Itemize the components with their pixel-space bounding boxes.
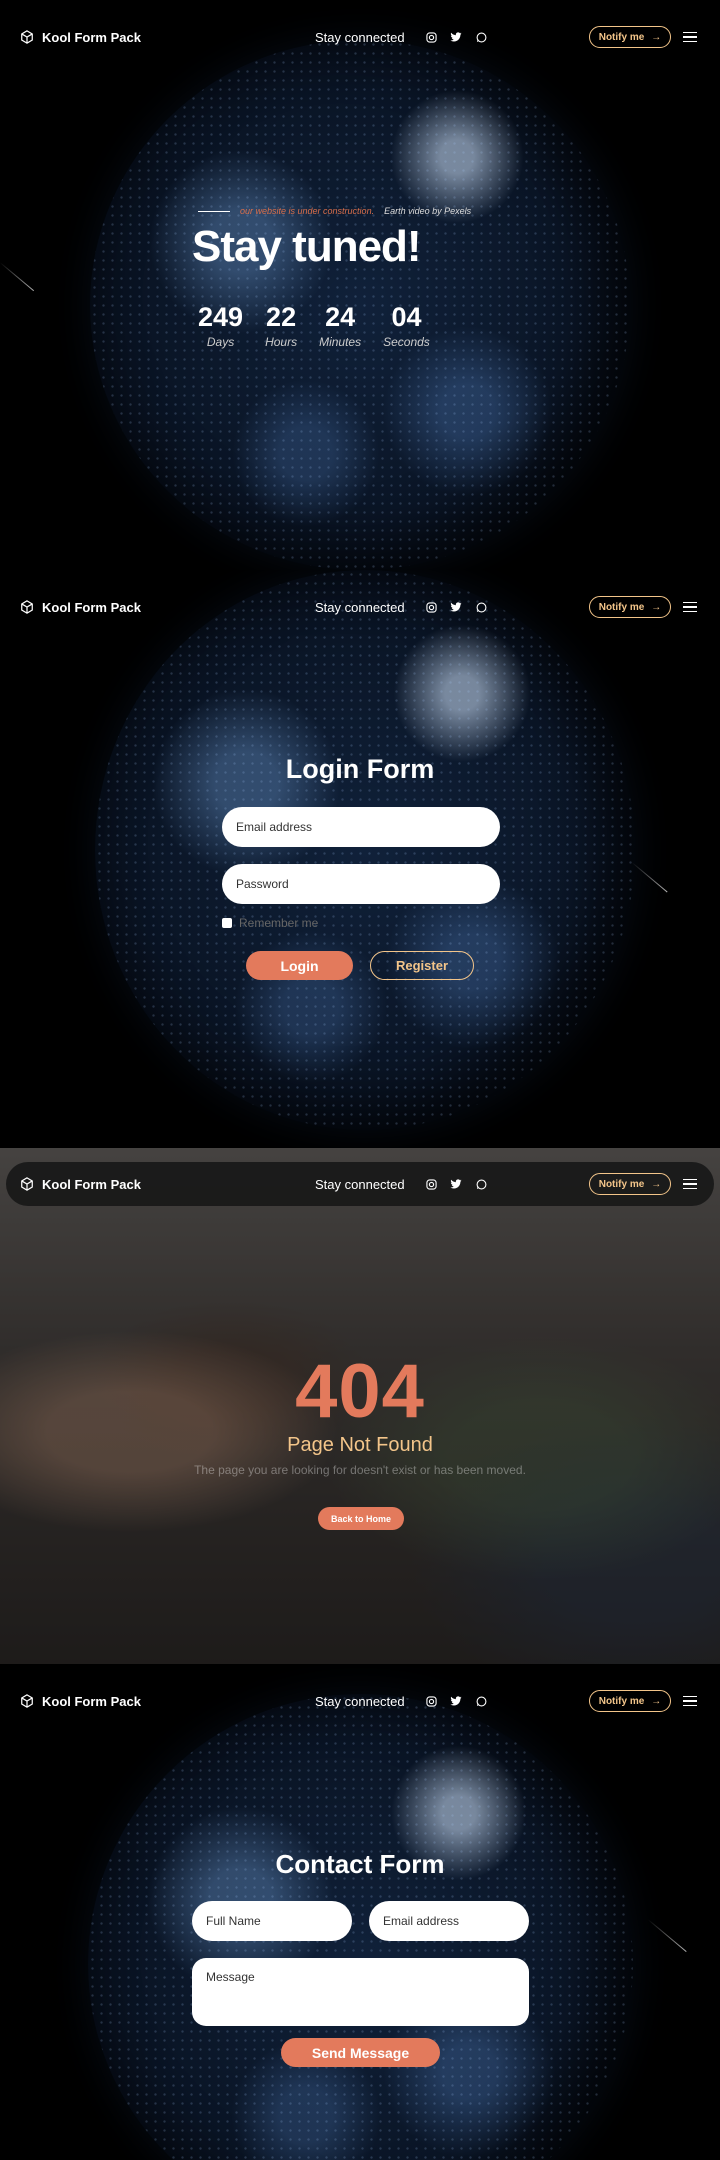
notify-me-button[interactable]: Notify me → [589,1690,671,1712]
countdown-minutes: 24 Minutes [319,302,361,349]
whatsapp-icon[interactable] [474,600,488,614]
countdown-value: 22 [266,302,297,332]
hamburger-menu-icon[interactable] [683,1178,697,1190]
stay-connected-label: Stay connected [315,599,405,615]
social-links [424,1177,488,1191]
hamburger-menu-icon[interactable] [683,1695,697,1707]
social-links [424,1694,488,1708]
instagram-icon[interactable] [424,600,438,614]
twitter-icon[interactable] [449,600,463,614]
notify-me-label: Notify me [598,31,645,43]
countdown-value: 24 [325,302,356,332]
notify-me-label: Notify me [598,1695,645,1707]
brand[interactable]: Kool Form Pack [20,1694,141,1709]
cube-icon [21,1177,33,1191]
stay-connected-label: Stay connected [315,1693,405,1709]
contact-form-title: Contact Form [275,1849,445,1879]
countdown: 249 Days 22 Hours 24 Minutes 04 Seconds [198,302,430,349]
navbar: Kool Form Pack Stay connected Notify me … [6,1162,714,1206]
login-form-title: Login Form [285,754,435,784]
social-links [424,600,488,614]
twitter-icon[interactable] [449,30,463,44]
whatsapp-icon[interactable] [474,1177,488,1191]
instagram-icon[interactable] [424,30,438,44]
light-streak [647,1919,687,1953]
countdown-label: Minutes [319,335,362,349]
countdown-label: Seconds [383,335,430,349]
brand[interactable]: Kool Form Pack [20,30,141,45]
full-name-field[interactable]: Full Name [192,1901,352,1941]
whatsapp-icon[interactable] [474,30,488,44]
light-streak [631,862,668,893]
navbar: Kool Form Pack Stay connected Notify me … [0,570,720,644]
earth-globe-background [88,1694,633,2160]
contact-section: Kool Form Pack Stay connected Notify me … [0,1664,720,2160]
instagram-icon[interactable] [424,1177,438,1191]
brand-name: Kool Form Pack [42,1693,141,1709]
stay-connected-label: Stay connected [315,29,405,45]
hamburger-menu-icon[interactable] [683,601,697,613]
countdown-value: 249 [198,302,244,332]
password-field[interactable]: Password [222,864,500,904]
login-button[interactable]: Login [246,951,353,980]
twitter-icon[interactable] [449,1694,463,1708]
whatsapp-icon[interactable] [474,1694,488,1708]
tagline-credit: Earth video by Pexels [384,206,472,216]
countdown-label: Days [206,335,235,349]
navbar: Kool Form Pack Stay connected Notify me … [0,0,720,74]
email-field[interactable]: Email address [222,807,500,847]
brand[interactable]: Kool Form Pack [20,600,141,615]
light-streak [0,262,35,292]
error-title: Page Not Found [287,1434,433,1456]
countdown-seconds: 04 Seconds [383,302,430,349]
tagline-construction: our website is under construction. [240,206,375,216]
notify-me-button[interactable]: Notify me → [589,596,671,618]
countdown-label: Hours [265,335,298,349]
register-button[interactable]: Register [370,951,474,980]
cube-icon [21,1694,33,1708]
arrow-right-icon: → [651,1695,662,1707]
error-code: 404 [295,1349,425,1434]
error-description: The page you are looking for doesn't exi… [194,1463,526,1477]
countdown-value: 04 [391,302,422,332]
tagline-divider [198,210,230,212]
email-field[interactable]: Email address [369,1901,529,1941]
notify-me-label: Notify me [598,1178,645,1190]
brand-name: Kool Form Pack [42,599,141,615]
arrow-right-icon: → [651,1178,662,1190]
notify-me-button[interactable]: Notify me → [589,26,671,48]
hamburger-menu-icon[interactable] [683,31,697,43]
back-to-home-button[interactable]: Back to Home [318,1507,404,1530]
instagram-icon[interactable] [424,1694,438,1708]
stay-connected-label: Stay connected [315,1176,405,1192]
remember-me-checkbox[interactable] [222,918,232,928]
brand-name: Kool Form Pack [42,29,141,45]
navbar: Kool Form Pack Stay connected Notify me … [0,1664,720,1738]
coming-soon-section: Kool Form Pack Stay connected Notify me … [0,0,720,570]
cube-icon [21,600,33,614]
countdown-days: 249 Days [198,302,243,349]
brand[interactable]: Kool Form Pack [20,1177,141,1192]
twitter-icon[interactable] [449,1177,463,1191]
hero-tagline: our website is under construction. Earth… [198,206,471,216]
notify-me-button[interactable]: Notify me → [589,1173,671,1195]
send-message-button[interactable]: Send Message [281,2038,440,2067]
message-field[interactable]: Message [192,1958,529,2026]
arrow-right-icon: → [651,31,662,43]
notify-me-label: Notify me [598,601,645,613]
login-section: Kool Form Pack Stay connected Notify me … [0,570,720,1148]
brand-name: Kool Form Pack [42,1176,141,1192]
arrow-right-icon: → [651,601,662,613]
remember-me-label: Remember me [239,916,319,930]
remember-me-row: Remember me [222,916,318,930]
cube-icon [21,30,33,44]
countdown-hours: 22 Hours [265,302,297,349]
earth-globe-background [95,570,635,1130]
hero-title: Stay tuned! [192,222,422,271]
social-links [424,30,488,44]
